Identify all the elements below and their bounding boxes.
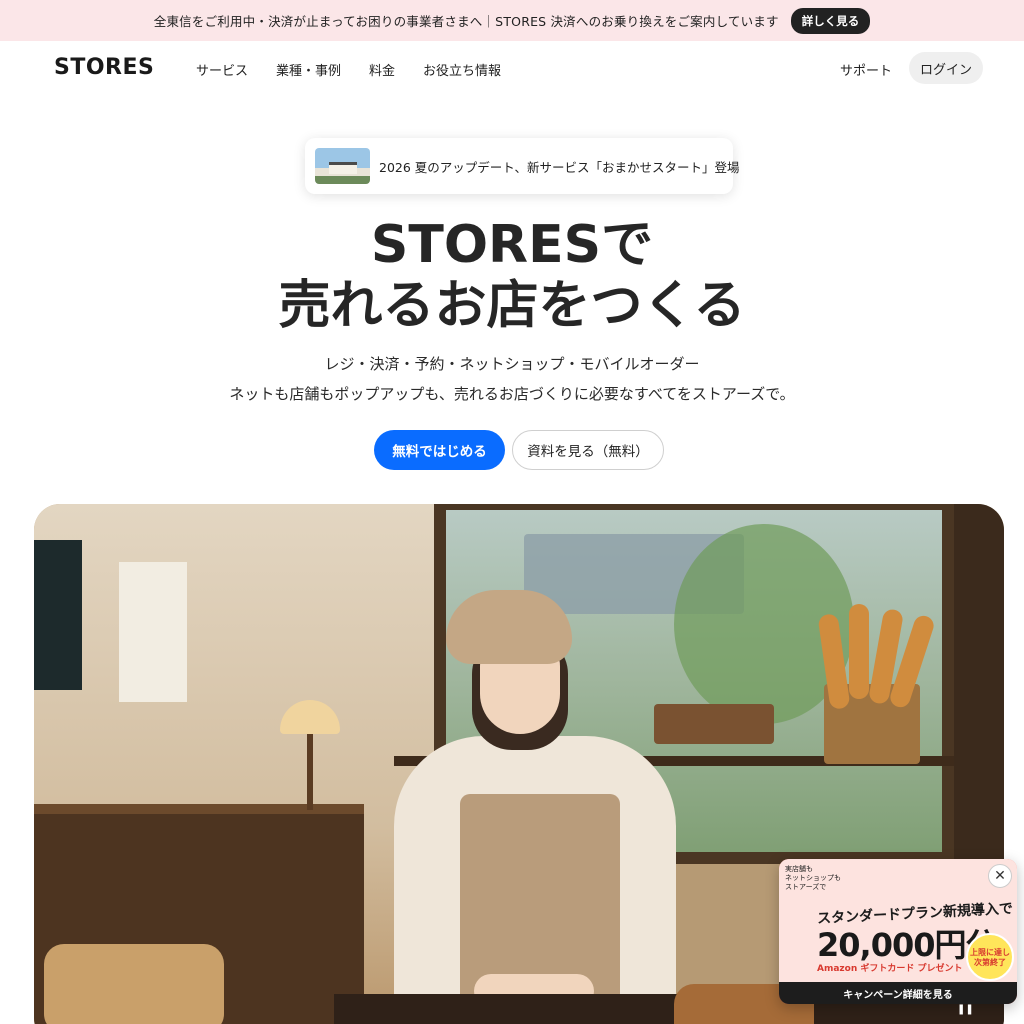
news-banner[interactable]: 2026 夏のアップデート、新サービス「おまかせスタート」登場 — [305, 138, 740, 194]
hero-subtitle-services: レジ・決済・予約・ネットショップ・モバイルオーダー — [324, 355, 700, 373]
campaign-limit-badge: 上限に達し 次第終了 — [966, 933, 1014, 981]
campaign-details-button[interactable]: キャンペーン詳細を見る — [779, 982, 1017, 1004]
hero-title-line2: 売れるお店をつくる — [278, 276, 746, 336]
announcement-text: 全東信をご利用中・決済が止まってお困りの事業者さまへ｜STORES 決済へのお乗… — [153, 14, 779, 29]
campaign-tagline: 実店舗も ネットショップも ストアーズで — [785, 865, 841, 891]
news-text: 2026 夏のアップデート、新サービス「おまかせスタート」登場 — [379, 160, 740, 175]
news-thumbnail — [315, 148, 370, 184]
hero-title-line1: STORESで — [370, 215, 654, 275]
close-icon[interactable]: ✕ — [988, 864, 1012, 888]
nav-item-resources[interactable]: お役立ち情報 — [423, 60, 501, 79]
campaign-card: 実店舗も ネットショップも ストアーズで スタンダードプラン新規導入で 20,0… — [779, 859, 1017, 982]
nav-item-pricing[interactable]: 料金 — [369, 60, 395, 79]
view-materials-button[interactable]: 資料を見る（無料） — [512, 430, 664, 470]
announcement-bar: 全東信をご利用中・決済が止まってお困りの事業者さまへ｜STORES 決済へのお乗… — [0, 0, 1024, 41]
site-header: STORES サービス 業種・事例 料金 お役立ち情報 サポート ログイン — [0, 41, 1024, 95]
login-button[interactable]: ログイン — [909, 52, 983, 84]
announcement-details-button[interactable]: 詳しく見る — [790, 7, 871, 34]
campaign-popup[interactable]: 実店舗も ネットショップも ストアーズで スタンダードプラン新規導入で 20,0… — [779, 859, 1017, 1004]
main-nav: サービス 業種・事例 料金 お役立ち情報 — [196, 60, 529, 79]
pause-icon[interactable]: ❚❚ — [957, 1004, 974, 1018]
hero-subtitle-description: ネットも店舗もポップアップも、売れるお店づくりに必要なすべてをストアーズで。 — [229, 385, 795, 403]
nav-item-industries[interactable]: 業種・事例 — [276, 60, 341, 79]
support-link[interactable]: サポート — [840, 60, 892, 79]
nav-item-services[interactable]: サービス — [196, 60, 248, 79]
start-free-button[interactable]: 無料ではじめる — [374, 430, 505, 470]
campaign-gift-text: Amazon ギフトカード プレゼント — [817, 964, 963, 974]
stores-logo[interactable]: STORES — [54, 55, 154, 80]
